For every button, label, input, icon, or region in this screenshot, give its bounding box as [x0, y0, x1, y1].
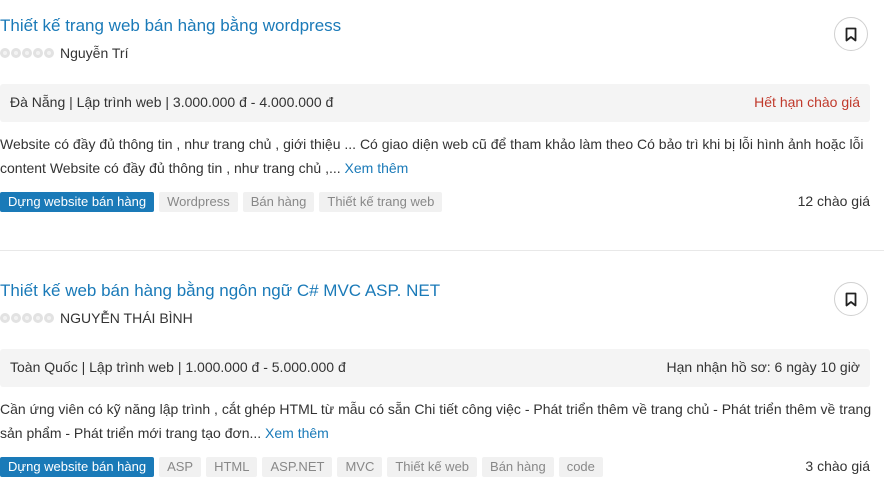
- job-status: Hết hạn chào giá: [754, 94, 860, 110]
- author-row: Nguyễn Trí: [0, 44, 128, 62]
- job-description: Cần ứng viên có kỹ năng lập trình , cắt …: [0, 397, 876, 445]
- rating-star-icon: [0, 48, 10, 58]
- job-deadline: Hạn nhận hồ sơ: 6 ngày 10 giờ: [666, 359, 861, 375]
- tag[interactable]: Bán hàng: [242, 192, 315, 212]
- rating-star-icon: [22, 313, 32, 323]
- tag[interactable]: Thiết kế web: [387, 457, 478, 477]
- tag[interactable]: Wordpress: [159, 192, 238, 212]
- bookmark-icon: [845, 292, 857, 306]
- tag[interactable]: ASP: [159, 457, 202, 477]
- job-info-bar: Toàn Quốc | Lập trình web | 1.000.000 đ …: [0, 349, 870, 387]
- rating-star-icon: [33, 313, 43, 323]
- rating-stars: [0, 313, 54, 323]
- rating-stars: [0, 48, 54, 58]
- read-more-link[interactable]: Xem thêm: [265, 425, 329, 441]
- bid-count: 3 chào giá: [805, 458, 870, 474]
- rating-star-icon: [22, 48, 32, 58]
- job-description-text: Cần ứng viên có kỹ năng lập trình , cắt …: [0, 401, 872, 441]
- tag[interactable]: Bán hàng: [482, 457, 554, 477]
- rating-star-icon: [11, 48, 21, 58]
- author-row: NGUYỄN THÁI BÌNH: [0, 309, 193, 327]
- tag[interactable]: MVC: [337, 457, 383, 477]
- tag[interactable]: HTML: [206, 457, 258, 477]
- job-info: Đà Nẵng | Lập trình web | 3.000.000 đ - …: [10, 94, 334, 110]
- tag[interactable]: Thiết kế trang web: [319, 192, 443, 212]
- read-more-link[interactable]: Xem thêm: [345, 160, 409, 176]
- job-info-bar: Đà Nẵng | Lập trình web | 3.000.000 đ - …: [0, 84, 870, 122]
- tag[interactable]: code: [558, 457, 603, 477]
- job-info: Toàn Quốc | Lập trình web | 1.000.000 đ …: [10, 359, 346, 375]
- tag-category[interactable]: Dựng website bán hàng: [0, 192, 155, 212]
- bookmark-icon: [845, 27, 857, 41]
- job-description: Website có đầy đủ thông tin , như trang …: [0, 132, 876, 180]
- author-name: NGUYỄN THÁI BÌNH: [60, 310, 193, 326]
- author-name: Nguyễn Trí: [60, 45, 129, 61]
- tag-list: Dựng website bán hàng ASP HTML ASP.NET M…: [0, 457, 780, 482]
- job-title-link[interactable]: Thiết kế web bán hàng bằng ngôn ngữ C# M…: [0, 281, 440, 301]
- rating-star-icon: [33, 48, 43, 58]
- tag[interactable]: ASP.NET: [262, 457, 333, 477]
- bid-count: 12 chào giá: [797, 193, 870, 209]
- tag-category[interactable]: Dựng website bán hàng: [0, 457, 155, 477]
- rating-star-icon: [44, 48, 54, 58]
- job-description-text: Website có đầy đủ thông tin , như trang …: [0, 136, 864, 176]
- rating-star-icon: [11, 313, 21, 323]
- bookmark-button[interactable]: [834, 17, 868, 51]
- rating-star-icon: [44, 313, 54, 323]
- rating-star-icon: [0, 313, 10, 323]
- bookmark-button[interactable]: [834, 282, 868, 316]
- divider: [0, 250, 884, 251]
- job-title-link[interactable]: Thiết kế trang web bán hàng bằng wordpre…: [0, 16, 341, 36]
- tag-list: Dựng website bán hàng Wordpress Bán hàng…: [0, 192, 780, 217]
